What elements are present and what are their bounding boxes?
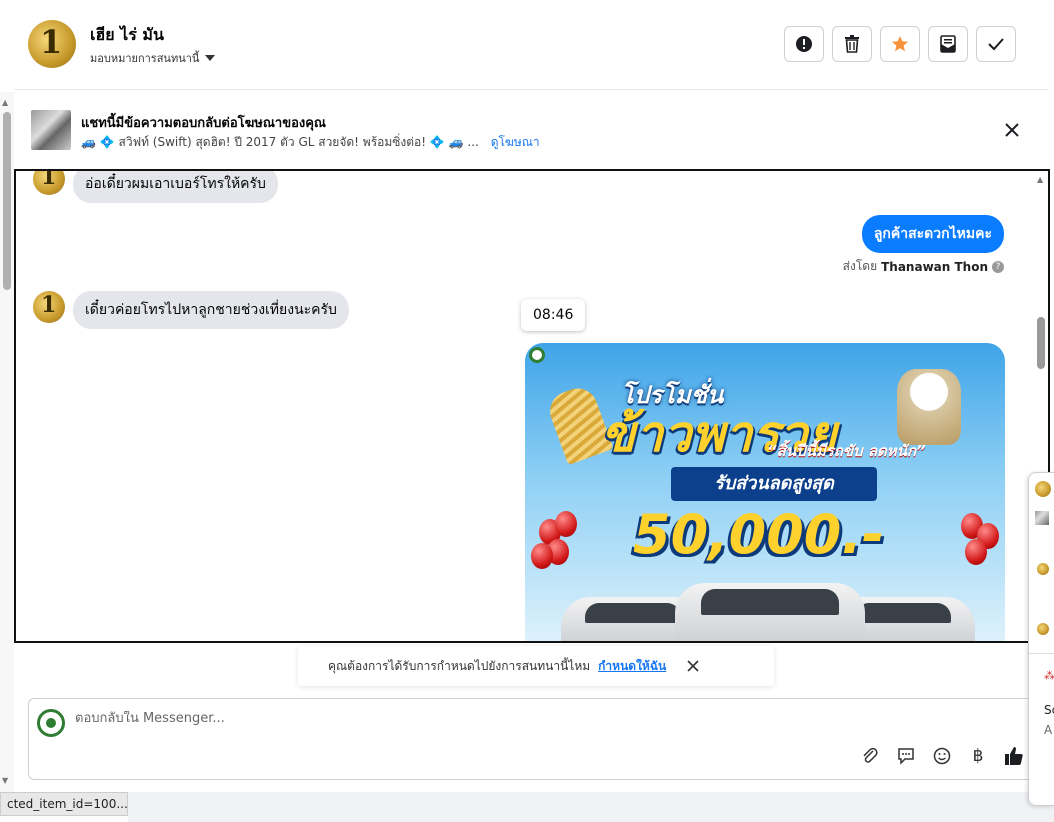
checkmark-icon	[988, 38, 1004, 51]
rice-sack-graphic	[897, 369, 961, 445]
scroll-up-arrow-icon[interactable]: ▲	[1037, 175, 1043, 184]
assign-conversation-dropdown[interactable]: มอบหมายการสนทนานี้	[90, 49, 216, 67]
payment-button[interactable]: ฿	[967, 745, 989, 767]
like-button[interactable]	[1003, 745, 1025, 767]
emoji-button[interactable]	[931, 745, 953, 767]
sender-name: Thanawan Thon	[881, 259, 988, 274]
page-scrollbar[interactable]: ▲ ▼	[0, 92, 14, 792]
view-ad-link[interactable]: ดูโฆษณา	[491, 135, 540, 149]
car-graphic	[675, 583, 865, 641]
page-avatar	[37, 709, 65, 737]
star-icon	[892, 36, 908, 52]
report-icon	[796, 36, 812, 52]
mark-unread-icon	[940, 35, 956, 53]
thumbs-up-icon	[1005, 747, 1023, 765]
scroll-down-arrow-icon[interactable]: ▼	[2, 776, 8, 785]
ad-thumbnail	[1035, 511, 1049, 525]
thread-scrollbar-thumb[interactable]	[1037, 317, 1045, 369]
caret-down-icon	[205, 55, 216, 61]
promo-discount-band: รับส่วนลดสูงสุด	[671, 467, 877, 501]
ad-banner-subtitle: 🚙 💠 สวิฟท์ (Swift) สุดฮิต! ปี 2017 ตัว G…	[81, 133, 540, 152]
ad-reply-banner: แชทนี้มีข้อความตอบกลับต่อโฆษณาของคุณ 🚙 💠…	[14, 92, 1048, 168]
balloon-graphic	[531, 543, 553, 569]
assign-prompt: คุณต้องการได้รับการกำหนดไปยังการสนทนานี้…	[298, 646, 774, 686]
avatar	[1037, 563, 1049, 575]
message-thread[interactable]: 1 อ่อเดี๋ยวผมเอาเบอร์โทรให้ครับ ลูกค้าสะ…	[14, 169, 1050, 643]
question-icon[interactable]: ?	[992, 260, 1004, 273]
bottom-strip	[128, 792, 1054, 822]
divider	[1029, 653, 1054, 654]
avatar	[1037, 623, 1049, 635]
assign-prompt-text: คุณต้องการได้รับการกำหนดไปยังการสนทนานี้…	[328, 658, 591, 673]
conversation-header: 1 เฮีย ไร่ มัน มอบหมายการสนทนานี้	[14, 0, 1048, 90]
contact-avatar[interactable]: 1	[28, 20, 76, 68]
mark-unread-button[interactable]	[928, 26, 968, 62]
close-icon[interactable]	[686, 659, 700, 673]
brand-logo-icon	[529, 347, 545, 363]
ad-banner-title: แชทนี้มีข้อความตอบกลับต่อโฆษณาของคุณ	[81, 116, 326, 131]
close-icon[interactable]	[1002, 120, 1022, 140]
sent-by-label: ส่งโดย	[842, 259, 878, 273]
sent-by-info: ส่งโดย Thanawan Thon ?	[843, 257, 1004, 276]
attachment-button[interactable]	[859, 745, 881, 767]
browser-status-url: cted_item_id=100...	[0, 792, 128, 816]
avatar[interactable]: 1	[33, 171, 65, 195]
popup-text: A	[1044, 723, 1053, 737]
cars-graphic	[525, 579, 1005, 641]
ad-caption: 🚙 💠 สวิฟท์ (Swift) สุดฮิต! ปี 2017 ตัว G…	[81, 135, 479, 149]
balloon-graphic	[965, 539, 987, 565]
messenger-inbox-window: ▲ ▼ 1 เฮีย ไร่ มัน มอบหมายการสนทนานี้ แช…	[0, 0, 1054, 822]
contact-name[interactable]: เฮีย ไร่ มัน	[90, 23, 164, 48]
ad-thumbnail[interactable]	[31, 110, 71, 150]
trash-icon	[845, 35, 859, 53]
notification-icon: ⁂	[1044, 669, 1054, 682]
chat-bubble-icon	[898, 748, 914, 765]
promo-amount: 50,000.-	[633, 503, 885, 566]
mark-done-button[interactable]	[976, 26, 1016, 62]
delete-button[interactable]	[832, 26, 872, 62]
message-composer: ฿	[28, 698, 1042, 780]
balloon-graphic	[555, 511, 577, 537]
composer-toolbar: ฿	[859, 745, 1025, 767]
assign-label: มอบหมายการสนทนานี้	[90, 52, 200, 65]
assign-to-me-link[interactable]: กำหนดให้ฉัน	[598, 657, 666, 676]
page-scrollbar-thumb[interactable]	[3, 112, 11, 290]
popup-text: Sc	[1044, 703, 1054, 717]
incoming-message[interactable]: เดี๋ยวค่อยโทรไปหาลูกชายช่วงเที่ยงนะครับ	[73, 291, 349, 329]
reply-input[interactable]	[75, 711, 775, 726]
promo-tagline: “สิ้นปีนี้มีรถขับ ลดหนัก”	[767, 442, 926, 460]
avatar[interactable]: 1	[33, 291, 65, 323]
incoming-message[interactable]: อ่อเดี๋ยวผมเอาเบอร์โทรให้ครับ	[73, 171, 278, 203]
paperclip-icon	[863, 747, 878, 763]
saved-replies-button[interactable]	[895, 745, 917, 767]
avatar[interactable]	[1035, 481, 1051, 497]
scroll-up-arrow-icon[interactable]: ▲	[2, 98, 8, 107]
smiley-icon	[933, 747, 951, 765]
baht-icon: ฿	[972, 746, 984, 766]
outgoing-message[interactable]: ลูกค้าสะดวกไหมคะ	[861, 215, 1004, 253]
promo-brand	[529, 347, 545, 363]
side-chat-popup[interactable]: ⁂ Sc A	[1028, 472, 1054, 806]
header-actions	[784, 26, 1016, 62]
report-button[interactable]	[784, 26, 824, 62]
star-button[interactable]	[880, 26, 920, 62]
timestamp-tooltip: 08:46	[521, 299, 586, 331]
promo-image-attachment[interactable]: โปรโมชั่น ข้าวพารวย “สิ้นปีนี้มีรถขับ ลด…	[525, 343, 1005, 641]
